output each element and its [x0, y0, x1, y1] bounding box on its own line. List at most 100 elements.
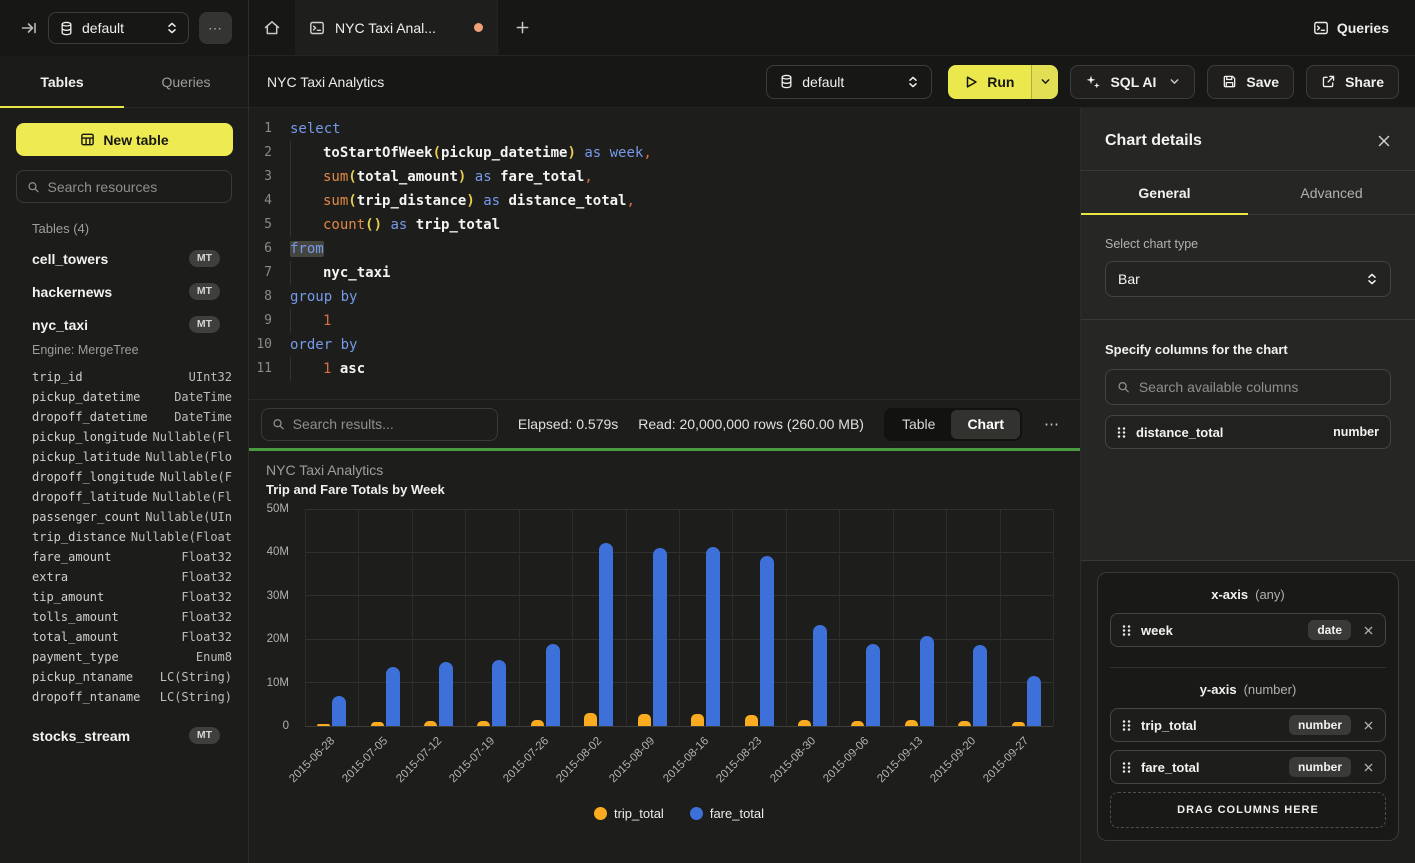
bar-trip-total	[531, 720, 544, 726]
chart-details-panel: Chart details General Advanced Select ch…	[1080, 108, 1415, 863]
save-button[interactable]: Save	[1207, 65, 1294, 99]
axis-column-chip[interactable]: weekdate	[1110, 613, 1386, 647]
line-number: 3	[249, 165, 272, 189]
plus-icon	[515, 20, 530, 35]
rows-read: Read: 20,000,000 rows (260.00 MB)	[638, 416, 864, 432]
axis-config-section: x-axis(any) weekdate y-axis(number) trip…	[1081, 560, 1415, 863]
terminal-icon	[309, 20, 325, 36]
workspace-select[interactable]: default	[48, 12, 189, 44]
drop-columns-zone[interactable]: DRAG COLUMNS HERE	[1110, 792, 1386, 828]
remove-column-button[interactable]	[1363, 625, 1374, 636]
queries-link-label: Queries	[1337, 20, 1389, 36]
column-row[interactable]: tolls_amountFloat32	[0, 607, 248, 627]
tab-tables[interactable]: Tables	[0, 56, 124, 107]
chart-type-select[interactable]: Bar	[1105, 261, 1391, 297]
y-axis-section: y-axis(number) trip_totalnumberfare_tota…	[1110, 667, 1386, 840]
column-type: Float32	[181, 570, 232, 584]
queries-link[interactable]: Queries	[1313, 0, 1389, 55]
y-axis-labels: 010M20M30M40M50M	[249, 510, 297, 727]
available-column-chip[interactable]: distance_totalnumber	[1105, 415, 1391, 449]
bar-trip-total	[638, 714, 651, 726]
x-axis-labels: 2015-06-282015-07-052015-07-122015-07-19…	[305, 732, 1053, 804]
axis-column-chip[interactable]: trip_totalnumber	[1110, 708, 1386, 742]
resource-search-input[interactable]	[48, 179, 221, 195]
table-row[interactable]: cell_towersMT	[0, 242, 248, 275]
column-row[interactable]: pickup_longitudeNullable(Fl	[0, 427, 248, 447]
sql-ai-button[interactable]: SQL AI	[1070, 65, 1195, 99]
column-row[interactable]: dropoff_latitudeNullable(Fl	[0, 487, 248, 507]
column-row[interactable]: tip_amountFloat32	[0, 587, 248, 607]
drag-handle	[1122, 719, 1131, 732]
chip-column-type: number	[1333, 425, 1379, 439]
column-row[interactable]: pickup_ntanameLC(String)	[0, 667, 248, 687]
panel-title: Chart details	[1105, 132, 1202, 150]
chart-title: NYC Taxi Analytics	[266, 462, 383, 478]
column-type: LC(String)	[160, 670, 232, 684]
y-axis-label: 10M	[267, 677, 289, 689]
workspace-more-button[interactable]: ⋯	[199, 12, 232, 44]
new-tab-button[interactable]	[498, 0, 546, 55]
column-row[interactable]: dropoff_ntanameLC(String)	[0, 687, 248, 707]
run-button[interactable]: Run	[948, 65, 1031, 99]
drag-handle-icon	[1122, 719, 1131, 732]
column-row[interactable]: trip_idUInt32	[0, 367, 248, 387]
tab-general[interactable]: General	[1081, 171, 1248, 214]
line-number: 4	[249, 189, 272, 213]
chip-type-badge: date	[1308, 620, 1351, 640]
column-type: Nullable(Fl	[153, 430, 232, 444]
column-row[interactable]: passenger_countNullable(UIn	[0, 507, 248, 527]
play-icon	[965, 75, 978, 89]
new-table-button[interactable]: New table	[16, 123, 233, 156]
results-search	[261, 408, 498, 441]
bar-fare-total	[386, 667, 400, 726]
x-axis-section: x-axis(any) weekdate	[1110, 573, 1386, 667]
column-row[interactable]: pickup_datetimeDateTime	[0, 387, 248, 407]
axis-column-chip[interactable]: fare_totalnumber	[1110, 750, 1386, 784]
query-tab[interactable]: NYC Taxi Anal...	[295, 0, 498, 55]
tables-list: cell_towersMThackernewsMTnyc_taxiMTEngin…	[0, 242, 248, 752]
table-row[interactable]: stocks_streamMT	[0, 719, 248, 752]
chip-column-name: fare_total	[1141, 760, 1279, 775]
table-row[interactable]: hackernewsMT	[0, 275, 248, 308]
column-row[interactable]: pickup_latitudeNullable(Flo	[0, 447, 248, 467]
sql-editor[interactable]: 1select2toStartOfWeek(pickup_datetime) a…	[249, 108, 1080, 399]
column-search-input[interactable]	[1139, 379, 1379, 395]
run-options-button[interactable]	[1031, 65, 1058, 99]
table-row[interactable]: nyc_taxiMT	[0, 308, 248, 341]
database-select[interactable]: default	[766, 65, 932, 99]
remove-icon	[1363, 720, 1374, 731]
divider	[1081, 319, 1415, 320]
results-more-button[interactable]: ⋯	[1042, 415, 1062, 433]
close-panel-button[interactable]	[1377, 134, 1391, 148]
results-search-input[interactable]	[293, 416, 487, 432]
share-button[interactable]: Share	[1306, 65, 1399, 99]
legend-item[interactable]: fare_total	[690, 806, 764, 821]
collapse-sidebar-button[interactable]	[20, 19, 38, 37]
column-row[interactable]: extraFloat32	[0, 567, 248, 587]
chevron-down-icon	[1040, 76, 1051, 87]
tab-advanced[interactable]: Advanced	[1248, 171, 1415, 214]
bar-group	[946, 510, 999, 726]
legend-item[interactable]: trip_total	[594, 806, 664, 821]
view-toggle-chart[interactable]: Chart	[951, 410, 1020, 439]
bar-trip-total	[851, 721, 864, 726]
view-toggle-table[interactable]: Table	[886, 410, 951, 439]
unsaved-dot	[474, 23, 483, 32]
line-number: 11	[249, 357, 272, 381]
chart-subtitle: Trip and Fare Totals by Week	[266, 482, 445, 497]
column-row[interactable]: trip_distanceNullable(Float	[0, 527, 248, 547]
chip-column-name: trip_total	[1141, 718, 1279, 733]
code-line: 5count() as trip_total	[249, 213, 1080, 237]
chevron-updown-icon	[1366, 272, 1378, 286]
drag-handle	[1122, 624, 1131, 637]
tab-queries[interactable]: Queries	[124, 56, 248, 107]
column-row[interactable]: dropoff_datetimeDateTime	[0, 407, 248, 427]
column-row[interactable]: payment_typeEnum8	[0, 647, 248, 667]
column-row[interactable]: fare_amountFloat32	[0, 547, 248, 567]
column-row[interactable]: total_amountFloat32	[0, 627, 248, 647]
remove-column-button[interactable]	[1363, 762, 1374, 773]
remove-column-button[interactable]	[1363, 720, 1374, 731]
column-row[interactable]: dropoff_longitudeNullable(F	[0, 467, 248, 487]
home-button[interactable]	[249, 0, 295, 55]
bar-group	[679, 510, 732, 726]
